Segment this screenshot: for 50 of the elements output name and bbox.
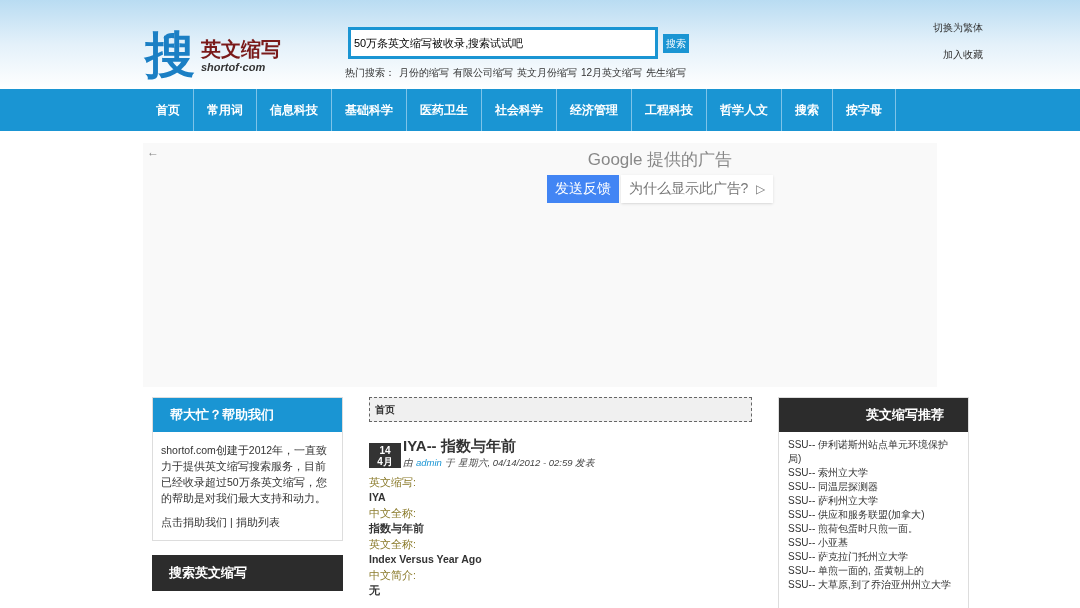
logo-mark: 搜 <box>143 25 196 85</box>
recommend-link[interactable]: SSU-- 大草原,到了乔治亚州州立大学 <box>788 578 959 592</box>
hot-search-link[interactable]: 有限公司缩写 <box>453 65 513 80</box>
logo-domain: shortof·com <box>201 59 267 75</box>
hot-search-label: 热门搜索： <box>345 66 395 80</box>
recommend-link[interactable]: SSU-- 单煎一面的, 蛋黄朝上的 <box>788 564 959 578</box>
breadcrumb: 首页 <box>369 397 752 422</box>
why-ad-button[interactable]: 为什么显示此广告? ▷ <box>620 174 774 203</box>
recommend-link[interactable]: SSU-- 煎荷包蛋时只煎一面。 <box>788 522 959 536</box>
byline-prefix: 由 <box>403 456 413 470</box>
article-title: IYA-- 指数与年前 <box>403 436 517 456</box>
date-month: 4月 <box>377 455 393 467</box>
hot-search-link[interactable]: 英文月份缩写 <box>517 65 577 80</box>
top-link[interactable]: 加入收藏 <box>943 47 983 62</box>
field-label: 中文简介: <box>369 568 417 584</box>
post-date: 于 星期六, 04/14/2012 - 02:59 发表 <box>444 456 596 470</box>
back-arrow-icon[interactable]: ← <box>147 143 159 161</box>
recommend-link[interactable]: SSU-- 索州立大学 <box>788 466 959 480</box>
date-day: 14 <box>379 444 391 456</box>
help-title: 帮大忙？帮助我们 <box>153 398 342 432</box>
recommend-link[interactable]: SSU-- 小亚基 <box>788 536 959 550</box>
field-value: 指数与年前 <box>369 521 425 537</box>
field-label: 英文全称: <box>369 537 417 553</box>
play-icon: ▷ <box>756 179 766 198</box>
recommend-link[interactable]: SSU-- 萨克拉门托州立大学 <box>788 550 959 564</box>
hot-search-link[interactable]: 月份的缩写 <box>399 65 449 80</box>
recommend-title: 英文缩写推荐 <box>779 398 968 432</box>
field-label: 中文全称: <box>369 506 417 522</box>
hot-search-link[interactable]: 先生缩写 <box>646 65 687 80</box>
feedback-button[interactable]: 发送反馈 <box>546 174 619 203</box>
search-panel-title: 搜索英文缩写 <box>152 555 343 591</box>
logo-name: 英文缩写 <box>201 38 281 59</box>
recommend-link[interactable]: SSU-- 萨利州立大学 <box>788 494 959 508</box>
recommend-link[interactable]: SSU-- 供应和服务联盟(加拿大) <box>788 508 959 522</box>
donate-link[interactable]: 点击捐助我们 <box>161 514 227 530</box>
hot-search-link[interactable]: 12月英文缩写 <box>581 65 643 80</box>
help-text: shortof.com创建于2012年，一直致力于提供英文缩写搜索服务，目前已经收录超过50万条英文缩写，您的帮助是对我们最大支持和动力。 <box>161 443 329 506</box>
why-ad-label: 为什么显示此广告? <box>628 179 749 198</box>
donor-list-link[interactable]: 捐助列表 <box>235 514 280 530</box>
field-label: 英文缩写: <box>369 475 417 491</box>
field-value: IYA <box>369 490 387 506</box>
ad-title: Google 提供的广告 <box>587 149 733 171</box>
link-separator: | <box>230 515 233 530</box>
recommend-link[interactable]: SSU-- 同温层探测器 <box>788 480 959 494</box>
search-field[interactable]: 50万条英文缩写被收录,搜索试试吧 <box>348 27 658 59</box>
author-link[interactable]: admin <box>416 456 442 471</box>
field-value: Index Versus Year Ago <box>369 552 483 568</box>
recommend-link[interactable]: SSU-- 伊利诺斯州站点单元环境保护局) <box>788 438 959 466</box>
field-value: 无 <box>369 583 381 599</box>
top-link[interactable]: 切换为繁体 <box>933 20 983 35</box>
